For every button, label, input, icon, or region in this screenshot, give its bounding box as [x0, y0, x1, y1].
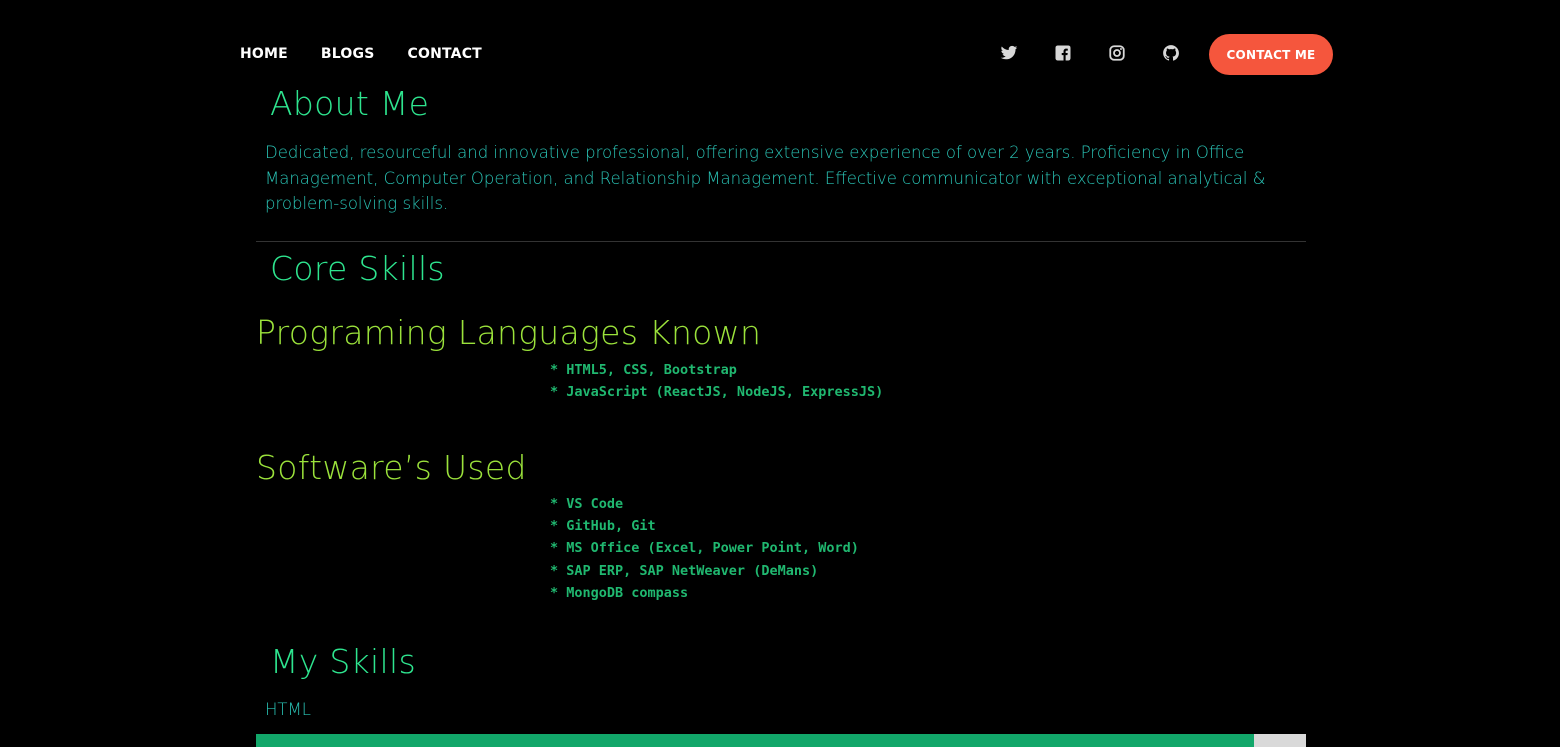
skill-progress-fill	[256, 734, 1254, 747]
list-item: * JavaScript (ReactJS, NodeJS, ExpressJS…	[550, 384, 884, 401]
core-skills-title: Core Skills	[270, 249, 445, 288]
instagram-icon[interactable]	[1108, 44, 1126, 62]
skill-progress-html	[256, 734, 1306, 747]
github-icon[interactable]	[1162, 44, 1180, 62]
section-divider	[256, 241, 1306, 242]
contact-me-button[interactable]: CONTACT ME	[1209, 34, 1333, 75]
list-item: * SAP ERP, SAP NetWeaver (DeMans)	[550, 562, 819, 579]
twitter-icon[interactable]	[1000, 44, 1018, 62]
list-item: * HTML5, CSS, Bootstrap	[550, 362, 737, 378]
list-item: * MS Office (Excel, Power Point, Word)	[550, 540, 859, 557]
nav-link-contact[interactable]: CONTACT	[408, 46, 482, 62]
software-title: Software’s Used	[256, 448, 527, 487]
social-links	[1000, 44, 1180, 62]
skill-label-html: HTML	[265, 700, 311, 719]
list-item: * VS Code	[550, 496, 624, 512]
nav-links: HOME BLOGS CONTACT	[240, 46, 482, 62]
my-skills-title: My Skills	[270, 642, 416, 681]
navbar: HOME BLOGS CONTACT CONTACT ME	[0, 34, 1560, 75]
nav-link-blogs[interactable]: BLOGS	[321, 46, 375, 62]
facebook-icon[interactable]	[1054, 44, 1072, 62]
software-list: * VS Code * GitHub, Git * MS Office (Exc…	[550, 493, 859, 604]
nav-link-home[interactable]: HOME	[240, 46, 288, 62]
languages-list: * HTML5, CSS, Bootstrap * JavaScript (Re…	[550, 359, 883, 403]
list-item: * GitHub, Git	[550, 518, 656, 535]
list-item: * MongoDB compass	[550, 584, 689, 601]
about-title: About Me	[270, 84, 430, 123]
about-text: Dedicated, resourceful and innovative pr…	[265, 143, 1266, 213]
languages-title: Programing Languages Known	[256, 313, 762, 352]
